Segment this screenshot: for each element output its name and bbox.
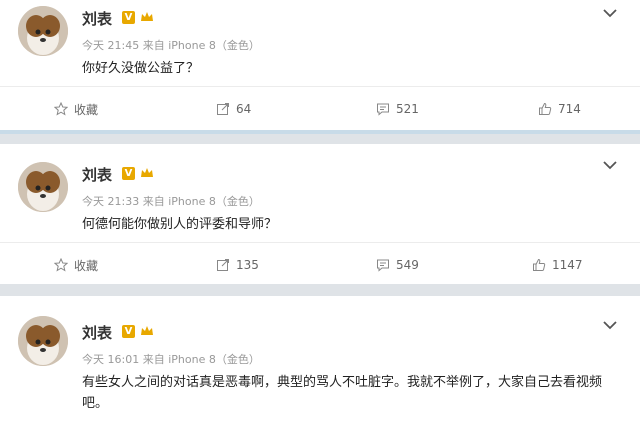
repost-button[interactable]: 135 <box>216 243 259 287</box>
post-meta: 今天 21:45 来自 iPhone 8（金色） <box>82 37 260 53</box>
verified-v-icon: V <box>122 325 135 338</box>
comment-button[interactable]: 521 <box>376 87 419 131</box>
post-text: 你好久没做公益了？ <box>82 61 200 76</box>
like-icon <box>539 102 552 115</box>
verified-v-icon: V <box>122 11 135 24</box>
post-text: 有些女人之间的对话真是恶毒啊，典型的骂人不吐脏字。我就不举例了，大家自己去看视频… <box>82 375 603 411</box>
avatar[interactable] <box>18 316 68 366</box>
repost-icon <box>217 259 229 271</box>
collect-button[interactable]: 收藏 <box>54 243 98 287</box>
source-prefix: 来自 <box>142 39 165 52</box>
post-time: 今天 21:33 <box>82 195 140 208</box>
post-source[interactable]: iPhone 8（金色） <box>168 353 260 366</box>
star-icon <box>54 102 68 116</box>
post-separator <box>0 134 640 144</box>
avatar[interactable] <box>18 162 68 212</box>
post-card-3: 刘表 V 今天 16:01 来自 iPhone 8（金色） 有些女人之间的对话真… <box>0 296 640 424</box>
post-meta: 今天 21:33 来自 iPhone 8（金色） <box>82 193 260 209</box>
like-count: 714 <box>558 102 581 116</box>
post-text: 何德何能你做别人的评委和导师？ <box>82 217 278 232</box>
post-separator <box>0 284 640 296</box>
crown-icon <box>141 168 153 177</box>
author-name[interactable]: 刘表 <box>82 164 112 185</box>
comment-count: 521 <box>396 102 419 116</box>
chevron-down-icon[interactable] <box>603 160 617 170</box>
source-prefix: 来自 <box>142 195 165 208</box>
like-icon <box>533 258 546 271</box>
post-time: 今天 21:45 <box>82 39 140 52</box>
post-card-1: 刘表 V 今天 21:45 来自 iPhone 8（金色） 你好久没做公益了？ … <box>0 0 640 130</box>
verified-v-icon: V <box>122 167 135 180</box>
comment-count: 549 <box>396 258 419 272</box>
repost-count: 135 <box>236 258 259 272</box>
author-name[interactable]: 刘表 <box>82 322 112 343</box>
comment-icon <box>377 259 389 272</box>
action-bar: 收藏 64 521 714 <box>0 86 640 131</box>
collect-button[interactable]: 收藏 <box>54 87 98 131</box>
repost-icon <box>217 103 229 115</box>
avatar[interactable] <box>18 6 68 56</box>
chevron-down-icon[interactable] <box>603 320 617 330</box>
repost-button[interactable]: 64 <box>216 87 251 131</box>
like-button[interactable]: 714 <box>538 87 581 131</box>
collect-label: 收藏 <box>74 258 99 273</box>
chevron-down-icon[interactable] <box>603 8 617 18</box>
collect-label: 收藏 <box>74 102 99 117</box>
post-meta: 今天 16:01 来自 iPhone 8（金色） <box>82 351 260 367</box>
post-source[interactable]: iPhone 8（金色） <box>168 195 260 208</box>
crown-icon <box>141 12 153 21</box>
repost-count: 64 <box>236 102 252 116</box>
post-card-2: 刘表 V 今天 21:33 来自 iPhone 8（金色） 何德何能你做别人的评… <box>0 144 640 284</box>
like-button[interactable]: 1147 <box>532 243 583 287</box>
action-bar: 收藏 135 549 1147 <box>0 242 640 287</box>
post-time: 今天 16:01 <box>82 353 140 366</box>
like-count: 1147 <box>552 258 583 272</box>
author-name[interactable]: 刘表 <box>82 8 112 29</box>
star-icon <box>54 258 68 272</box>
source-prefix: 来自 <box>142 353 165 366</box>
comment-icon <box>377 103 389 116</box>
comment-button[interactable]: 549 <box>376 243 419 287</box>
post-source[interactable]: iPhone 8（金色） <box>168 39 260 52</box>
crown-icon <box>141 326 153 335</box>
